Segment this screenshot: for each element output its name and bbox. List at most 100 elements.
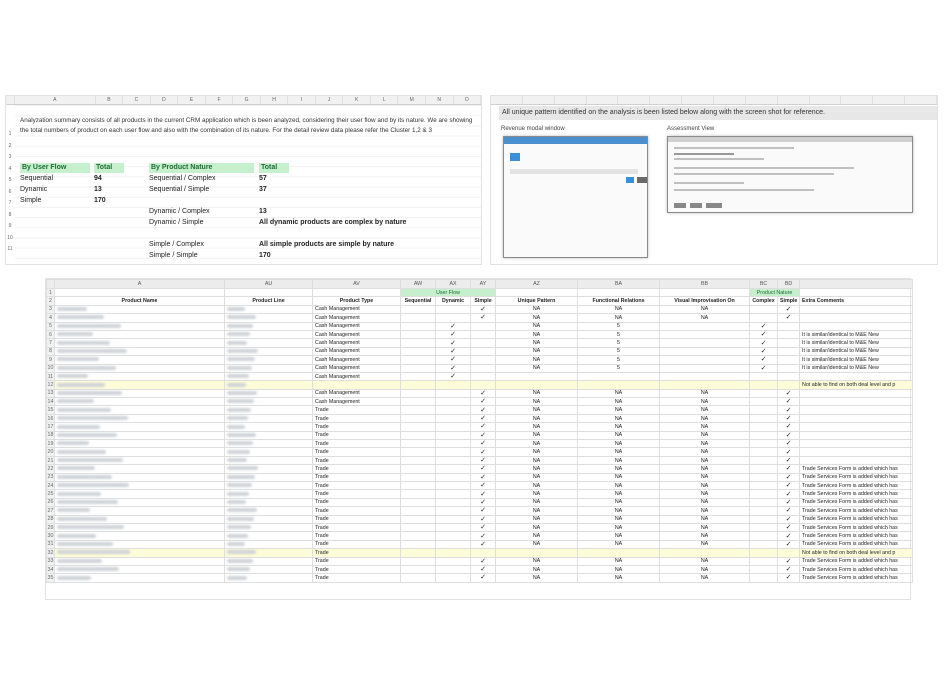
cell[interactable] [495,371,578,382]
product-name-cell[interactable] [54,464,225,474]
comment-cell[interactable] [799,413,913,424]
cell[interactable]: ✓ [470,422,496,432]
comment-cell[interactable]: Trade Services Form is added which has [799,506,913,516]
nature-label[interactable]: Sequential / Simple [149,185,209,195]
product-name-cell[interactable] [54,489,225,499]
product-type-cell[interactable]: Cash Management [312,321,401,331]
cell[interactable]: NA [577,539,660,550]
cell[interactable]: NA [659,522,750,533]
product-type-cell[interactable]: Trade [312,489,401,499]
column-header[interactable]: A [54,279,225,289]
cell[interactable] [435,497,471,508]
cell[interactable] [435,405,471,415]
column-title[interactable]: Sequential [400,296,436,306]
row-number[interactable]: 19 [46,439,55,449]
row-number[interactable]: 11 [46,371,55,382]
row-number[interactable]: 8 [6,212,14,218]
product-line-cell[interactable] [224,405,313,415]
column-header[interactable]: G [233,96,261,104]
cell[interactable]: ✓ [777,531,800,541]
product-name-cell[interactable] [54,313,225,323]
select-all-corner[interactable] [6,96,15,104]
product-name-cell[interactable] [54,439,225,449]
cell[interactable] [749,480,778,491]
nature-header[interactable]: By Product Nature [149,163,254,173]
cell[interactable] [777,355,800,365]
product-name-cell[interactable] [54,506,225,516]
cell[interactable] [435,556,471,566]
product-type-cell[interactable]: Cash Management [312,313,401,323]
cell[interactable] [400,397,436,407]
cell[interactable] [400,388,436,399]
cell[interactable] [400,346,436,357]
nature-label[interactable]: Dynamic / Simple [149,218,203,228]
cell[interactable]: ✓ [749,329,778,340]
cell[interactable] [400,321,436,331]
cell[interactable]: 5 [577,355,660,365]
comment-cell[interactable]: Trade Services Form is added which has [799,564,913,575]
cell[interactable]: NA [577,430,660,441]
cell[interactable]: NA [495,472,578,483]
cell[interactable]: ✓ [777,455,800,466]
comment-cell[interactable] [799,371,913,382]
cell[interactable] [435,388,471,399]
cell[interactable]: ✓ [470,539,496,550]
summary-text[interactable]: Analyzation summary consists of all prod… [20,116,475,135]
cell[interactable] [400,480,436,491]
cell[interactable] [400,422,436,432]
cell[interactable]: NA [659,439,750,449]
column-header[interactable]: BC [749,279,778,289]
cell[interactable]: ✓ [749,355,778,365]
column-header[interactable]: AV [312,279,401,289]
cell[interactable] [400,522,436,533]
cell[interactable]: ✓ [777,514,800,524]
cell[interactable]: NA [495,338,578,348]
cell[interactable] [749,522,778,533]
comment-cell[interactable]: Trade Services Form is added which has [799,472,913,483]
cell[interactable] [400,556,436,566]
column-header[interactable]: M [398,96,426,104]
cell[interactable]: NA [577,397,660,407]
product-name-cell[interactable] [54,556,225,566]
column-header[interactable] [799,279,913,289]
cell[interactable]: NA [659,388,750,399]
row-number[interactable]: 1 [46,287,55,298]
product-line-cell[interactable] [224,346,313,357]
cell[interactable]: ✓ [777,388,800,399]
cell[interactable] [400,497,436,508]
comment-cell[interactable] [799,447,913,457]
cell[interactable]: NA [495,531,578,541]
cell[interactable]: NA [577,455,660,466]
cell[interactable]: ✓ [470,564,496,575]
cell[interactable]: NA [577,522,660,533]
cell[interactable]: NA [495,313,578,323]
product-name-cell[interactable] [54,346,225,357]
cell[interactable]: NA [495,329,578,340]
cell[interactable] [777,363,800,373]
cell[interactable] [435,439,471,449]
row-number[interactable]: 6 [6,189,14,195]
column-title[interactable]: Extra Comments [799,296,913,306]
product-detail-sheet[interactable]: A AU AV AW AX AY AZ BA BB BC BD 1 User Flow Product N… [45,278,913,600]
cell[interactable]: ✓ [777,497,800,508]
cell[interactable]: ✓ [777,464,800,474]
cell[interactable]: ✓ [777,304,800,315]
cell[interactable]: NA [659,304,750,315]
product-type-cell[interactable]: Trade [312,548,401,558]
row-number[interactable]: 26 [46,497,55,508]
product-type-cell[interactable]: Trade [312,539,401,550]
product-line-cell[interactable] [224,573,313,583]
cell[interactable] [749,388,778,399]
cell[interactable] [400,304,436,315]
cell[interactable]: ✓ [470,489,496,499]
cell[interactable]: ✓ [470,313,496,323]
row-number[interactable]: 23 [46,472,55,483]
row-number[interactable]: 21 [46,455,55,466]
cell[interactable] [435,564,471,575]
cell[interactable] [400,539,436,550]
cell[interactable] [749,455,778,466]
cell[interactable] [54,287,225,298]
product-table[interactable]: A AU AV AW AX AY AZ BA BB BC BD 1 User Flow Product N… [46,279,913,583]
cell[interactable]: NA [659,422,750,432]
cell[interactable] [435,313,471,323]
